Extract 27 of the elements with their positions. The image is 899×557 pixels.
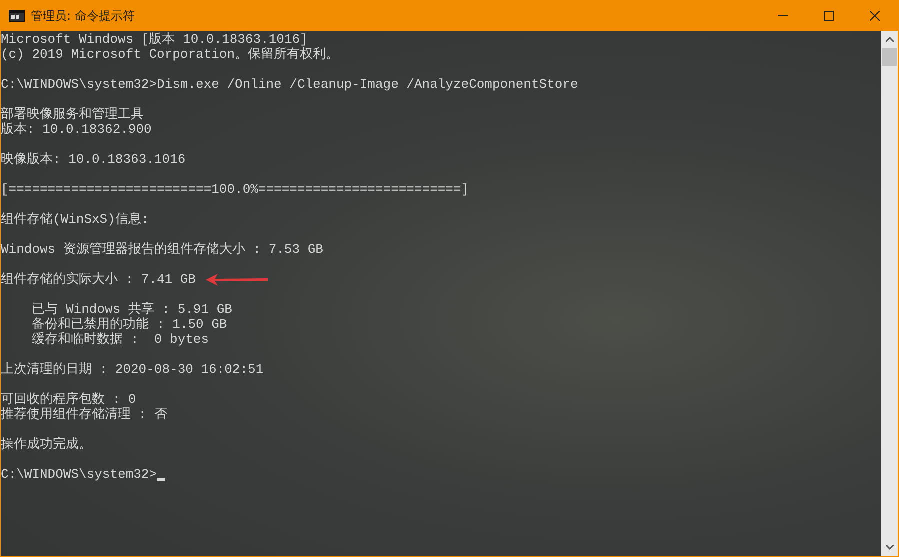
console-line: [==========================100.0%==========================] (1, 182, 470, 197)
console-line: C:\WINDOWS\system32> (1, 467, 158, 482)
console-line: 推荐使用组件存储清理 : 否 (1, 407, 168, 422)
console-line: 版本: 10.0.18362.900 (1, 122, 152, 137)
console-line: 组件存储的实际大小 : 7.41 GB (1, 272, 196, 287)
caret-down-icon (886, 545, 894, 550)
console-line: 已与 Windows 共享 : 5.91 GB (31, 302, 232, 317)
console-line: 操作成功完成。 (1, 437, 92, 452)
console-line: 部署映像服务和管理工具 (1, 107, 144, 122)
console-line: 可回收的程序包数 : 0 (1, 392, 136, 407)
console-line: 映像版本: 10.0.18363.1016 (1, 152, 186, 167)
console-line: (c) 2019 Microsoft Corporation。保留所有权利。 (1, 47, 340, 62)
close-icon (870, 10, 880, 20)
console-line: 上次清理的日期 : 2020-08-30 16:02:51 (1, 362, 264, 377)
scrollbar-thumb[interactable] (882, 48, 897, 66)
console-app-icon (9, 10, 25, 22)
minimize-icon (778, 15, 788, 16)
console-line: Microsoft Windows [版本 10.0.18363.1016] (1, 32, 308, 47)
console-line: C:\WINDOWS\system32>Dism.exe /Online /Cleanup-Image /AnalyzeComponentStore (1, 77, 578, 92)
console-line: 缓存和临时数据 : 0 bytes (31, 332, 210, 347)
caret-up-icon (886, 37, 894, 42)
console-line: Windows 资源管理器报告的组件存储大小 : 7.53 GB (1, 242, 324, 257)
scrollbar[interactable] (881, 31, 898, 556)
console-line: 组件存储(WinSxS)信息: (1, 212, 150, 227)
console-line: 备份和已禁用的功能 : 1.50 GB (31, 317, 228, 332)
maximize-icon (824, 10, 834, 20)
window-title: 管理员: 命令提示符 (31, 8, 135, 24)
